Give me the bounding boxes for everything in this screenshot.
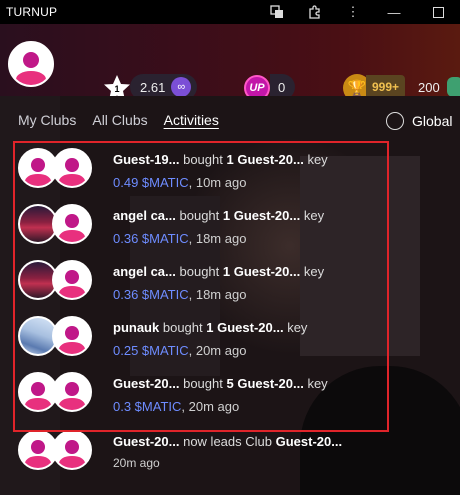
actor-name[interactable]: angel ca... bbox=[113, 208, 176, 223]
club-tabs: My Clubs All Clubs Activities bbox=[18, 112, 235, 128]
activity-time: , 20m ago bbox=[181, 399, 240, 414]
activity-price: 0.25 $MATIC bbox=[113, 343, 189, 358]
matic-icon: ∞ bbox=[171, 77, 192, 97]
global-toggle[interactable]: Global bbox=[386, 112, 452, 130]
avatar bbox=[52, 204, 92, 244]
stats-header: 1 2.61 ∞ UP 0 🏆 999+ 200 bbox=[0, 24, 460, 102]
avatar bbox=[52, 148, 92, 188]
wallet-icon[interactable] bbox=[447, 77, 460, 97]
actor-name[interactable]: punauk bbox=[113, 320, 159, 335]
actor-name[interactable]: Guest-20... bbox=[113, 376, 179, 391]
activity-qty: 1 bbox=[222, 264, 231, 279]
activity-tail: key bbox=[303, 208, 325, 223]
user-avatar[interactable] bbox=[8, 41, 54, 87]
avatar bbox=[52, 372, 92, 412]
activity-item[interactable]: Guest-19... bought 1 Guest-20... key 0.4… bbox=[18, 144, 398, 200]
activity-verb: bought bbox=[183, 376, 223, 391]
activity-price: 0.36 $MATIC bbox=[113, 231, 189, 246]
actor-name[interactable]: angel ca... bbox=[113, 264, 176, 279]
avatar bbox=[52, 316, 92, 356]
activity-tail: key bbox=[287, 320, 308, 335]
more-vert-icon[interactable]: ⋮ bbox=[334, 0, 372, 24]
avatar bbox=[52, 430, 92, 470]
tab-my-clubs[interactable]: My Clubs bbox=[18, 112, 76, 128]
activity-time: , 18m ago bbox=[188, 287, 247, 302]
activity-tail: key bbox=[307, 152, 328, 167]
activity-time: , 10m ago bbox=[188, 175, 247, 190]
activity-item[interactable]: Guest-20... now leads Club Guest-20... 2… bbox=[18, 426, 398, 482]
activity-tail: key bbox=[307, 376, 328, 391]
actor-name[interactable]: Guest-20... bbox=[113, 434, 179, 449]
tab-all-clubs[interactable]: All Clubs bbox=[92, 112, 147, 128]
activity-time: 20m ago bbox=[113, 456, 160, 470]
target-name[interactable]: Guest-20... bbox=[234, 208, 300, 223]
activity-item[interactable]: punauk bought 1 Guest-20... key 0.25 $MA… bbox=[18, 312, 398, 368]
activity-verb: bought bbox=[183, 152, 223, 167]
activity-time: , 18m ago bbox=[188, 231, 247, 246]
window-title: TURNUP bbox=[6, 5, 58, 19]
matic-balance-value: 2.61 bbox=[140, 79, 166, 95]
target-name[interactable]: Guest-20... bbox=[276, 434, 342, 449]
activity-price: 0.49 $MATIC bbox=[113, 175, 189, 190]
activity-item[interactable]: angel ca... bought 1 Guest-20... key 0.3… bbox=[18, 256, 398, 312]
avatar bbox=[52, 260, 92, 300]
activity-price: 0.3 $MATIC bbox=[113, 399, 182, 414]
target-name[interactable]: Guest-20... bbox=[237, 376, 303, 391]
activity-price: 0.36 $MATIC bbox=[113, 287, 189, 302]
window-titlebar: TURNUP ⋮ — bbox=[0, 0, 460, 24]
maximize-icon[interactable] bbox=[416, 0, 460, 24]
svg-text:1: 1 bbox=[114, 84, 119, 94]
target-name[interactable]: Guest-20... bbox=[234, 264, 300, 279]
activity-qty: 1 bbox=[226, 152, 234, 167]
activity-item[interactable]: Guest-20... bought 5 Guest-20... key 0.3… bbox=[18, 368, 398, 424]
target-name[interactable]: Guest-20... bbox=[217, 320, 283, 335]
activity-verb: now leads Club bbox=[183, 434, 272, 449]
minimize-icon[interactable]: — bbox=[372, 0, 416, 24]
tab-activities[interactable]: Activities bbox=[164, 112, 219, 128]
activity-verb: bought bbox=[179, 208, 220, 223]
global-radio[interactable] bbox=[386, 112, 404, 130]
actor-name[interactable]: Guest-19... bbox=[113, 152, 179, 167]
activity-tail: key bbox=[303, 264, 325, 279]
activity-qty: 1 bbox=[206, 320, 214, 335]
activity-time: , 20m ago bbox=[188, 343, 247, 358]
target-name[interactable]: Guest-20... bbox=[237, 152, 303, 167]
activity-qty: 1 bbox=[222, 208, 231, 223]
extension-icon[interactable] bbox=[296, 0, 334, 24]
translate-icon[interactable] bbox=[258, 0, 296, 24]
activity-qty: 5 bbox=[226, 376, 234, 391]
global-label: Global bbox=[412, 113, 453, 129]
activity-item[interactable]: angel ca... bought 1 Guest-20... key 0.3… bbox=[18, 200, 398, 256]
activity-verb: bought bbox=[179, 264, 220, 279]
activity-verb: bought bbox=[162, 320, 203, 335]
